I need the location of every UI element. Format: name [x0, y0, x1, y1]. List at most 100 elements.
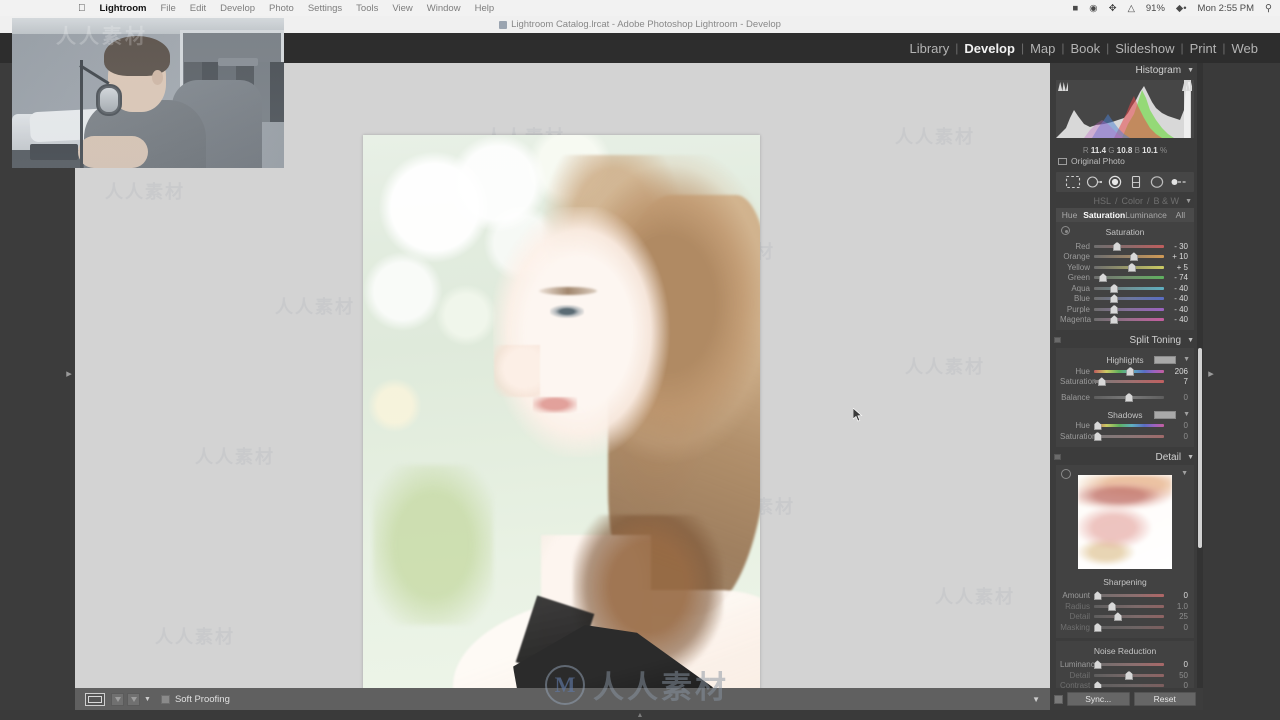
search-icon[interactable]: ⚲: [1265, 3, 1272, 14]
slider-row-balance[interactable]: Balance 0: [1056, 392, 1194, 403]
slider-track-orange[interactable]: [1094, 252, 1164, 262]
slider-track-yellow[interactable]: [1094, 262, 1164, 272]
slider-track-purple[interactable]: [1094, 304, 1164, 314]
target-adjustment-icon[interactable]: [1061, 226, 1070, 235]
tab-luminance[interactable]: Luminance: [1125, 210, 1167, 220]
apple-icon[interactable]: : [78, 3, 86, 14]
slider-row-nr-detail[interactable]: Detail 50: [1056, 670, 1194, 681]
original-photo-toggle[interactable]: Original Photo: [1058, 156, 1200, 166]
slider-value-red[interactable]: - 30: [1164, 242, 1190, 251]
loupe-icon[interactable]: [1061, 468, 1071, 479]
slider-track-green[interactable]: [1094, 273, 1164, 283]
module-library[interactable]: Library: [903, 41, 955, 56]
loupe-view-icon[interactable]: [85, 692, 105, 706]
slider-value-nr-luminance[interactable]: 0: [1164, 660, 1190, 669]
flag-reject-icon[interactable]: [127, 692, 140, 706]
slider-row-sharpen-radius[interactable]: Radius 1.0: [1056, 601, 1194, 612]
slider-knob-orange[interactable]: [1129, 252, 1138, 262]
flag-pick-icon[interactable]: [111, 692, 124, 706]
slider-knob-green[interactable]: [1099, 273, 1108, 283]
graduated-filter-icon[interactable]: [1128, 175, 1144, 189]
display-icon[interactable]: ■: [1073, 3, 1079, 14]
menu-photo[interactable]: Photo: [269, 3, 294, 14]
slider-row-aqua[interactable]: Aqua - 40: [1056, 283, 1194, 294]
module-develop[interactable]: Develop: [958, 41, 1021, 56]
slider-value-highlights-hue[interactable]: 206: [1164, 367, 1190, 376]
slider-track-magenta[interactable]: [1094, 315, 1164, 325]
hsl-label[interactable]: HSL: [1093, 196, 1111, 206]
slider-row-red[interactable]: Red - 30: [1056, 241, 1194, 252]
module-map[interactable]: Map: [1024, 41, 1061, 56]
triangle-down-icon[interactable]: ▼: [1183, 356, 1190, 363]
menu-tools[interactable]: Tools: [356, 3, 378, 14]
red-eye-correction-icon[interactable]: [1107, 175, 1123, 189]
slider-value-sharpen-amount[interactable]: 0: [1164, 591, 1190, 600]
dropbox-icon[interactable]: ◉: [1089, 3, 1097, 14]
slider-value-highlights-saturation[interactable]: 7: [1164, 377, 1190, 386]
slider-track-red[interactable]: [1094, 241, 1164, 251]
slider-value-aqua[interactable]: - 40: [1164, 284, 1190, 293]
sync-mode-icon[interactable]: [1054, 694, 1063, 704]
split-toning-panel-header[interactable]: Split Toning ▼: [1050, 333, 1200, 348]
slider-value-sharpen-radius[interactable]: 1.0: [1164, 602, 1190, 611]
slider-value-sharpen-detail[interactable]: 25: [1164, 612, 1190, 621]
slider-knob-highlights-hue[interactable]: [1126, 366, 1135, 376]
wifi-icon[interactable]: △: [1128, 3, 1135, 14]
slider-row-sharpen-masking[interactable]: Masking 0: [1056, 622, 1194, 633]
caret-down-icon[interactable]: ▼: [144, 696, 151, 703]
menu-help[interactable]: Help: [475, 3, 495, 14]
toolbar-options-caret-icon[interactable]: ▼: [1032, 695, 1040, 704]
tab-saturation[interactable]: Saturation: [1083, 210, 1125, 220]
slider-value-shadows-hue[interactable]: 0: [1164, 421, 1190, 430]
slider-knob-nr-contrast[interactable]: [1093, 681, 1102, 688]
menu-edit[interactable]: Edit: [190, 3, 206, 14]
crop-overlay-icon[interactable]: [1065, 175, 1081, 189]
slider-knob-sharpen-radius[interactable]: [1108, 601, 1117, 611]
slider-track-nr-luminance[interactable]: [1093, 660, 1164, 670]
slider-knob-yellow[interactable]: [1127, 262, 1136, 272]
slider-knob-sharpen-amount[interactable]: [1093, 591, 1102, 601]
slider-track-nr-contrast[interactable]: [1093, 681, 1164, 688]
module-print[interactable]: Print: [1184, 41, 1223, 56]
triangle-down-icon[interactable]: ▼: [1187, 67, 1194, 74]
detail-preview-thumbnail[interactable]: [1078, 474, 1172, 569]
slider-track-aqua[interactable]: [1094, 283, 1164, 293]
slider-value-balance[interactable]: 0: [1164, 393, 1190, 402]
tab-all[interactable]: All: [1167, 210, 1194, 220]
slider-value-magenta[interactable]: - 40: [1164, 315, 1190, 324]
radial-filter-icon[interactable]: [1149, 175, 1165, 189]
hsl-panel-header[interactable]: HSL / Color / B & W ▼: [1050, 195, 1200, 207]
scrollbar-thumb[interactable]: [1198, 348, 1202, 548]
clock-label[interactable]: Mon 2:55 PM: [1198, 3, 1255, 14]
slider-knob-aqua[interactable]: [1110, 283, 1119, 293]
slider-knob-magenta[interactable]: [1110, 315, 1119, 325]
slider-knob-sharpen-masking[interactable]: [1093, 622, 1102, 632]
module-slideshow[interactable]: Slideshow: [1109, 41, 1180, 56]
triangle-down-icon[interactable]: ▼: [1181, 470, 1188, 477]
slider-track-shadows-hue[interactable]: [1093, 421, 1164, 431]
histogram[interactable]: R 11.4 G 10.8 B 10.1 %: [1056, 80, 1194, 155]
slider-track-sharpen-detail[interactable]: [1094, 612, 1164, 622]
slider-track-highlights-hue[interactable]: [1094, 366, 1164, 376]
triangle-down-icon[interactable]: ▼: [1187, 337, 1194, 344]
slider-row-purple[interactable]: Purple - 40: [1056, 304, 1194, 315]
slider-knob-sharpen-detail[interactable]: [1113, 612, 1122, 622]
slider-row-nr-luminance[interactable]: Luminance 0: [1056, 660, 1194, 671]
slider-knob-shadows-hue[interactable]: [1093, 421, 1102, 431]
slider-row-shadows-hue[interactable]: Hue 0: [1056, 421, 1194, 432]
slider-row-green[interactable]: Green - 74: [1056, 273, 1194, 284]
triangle-down-icon[interactable]: ▼: [1187, 454, 1194, 461]
left-panel-expand-arrow[interactable]: ▸: [64, 363, 74, 385]
menu-develop[interactable]: Develop: [220, 3, 255, 14]
slider-value-nr-detail[interactable]: 50: [1164, 671, 1190, 680]
slider-knob-highlights-saturation[interactable]: [1097, 377, 1106, 387]
slider-row-sharpen-amount[interactable]: Amount 0: [1056, 591, 1194, 602]
slider-value-sharpen-masking[interactable]: 0: [1164, 623, 1190, 632]
slider-track-sharpen-masking[interactable]: [1093, 622, 1164, 632]
slider-value-yellow[interactable]: + 5: [1164, 263, 1190, 272]
slider-value-nr-contrast[interactable]: 0: [1164, 681, 1190, 688]
webcam-overlay[interactable]: 人人素材: [12, 18, 284, 168]
sync-button[interactable]: Sync...: [1067, 692, 1130, 706]
slider-value-shadows-saturation[interactable]: 0: [1164, 432, 1190, 441]
tab-hue[interactable]: Hue: [1056, 210, 1083, 220]
